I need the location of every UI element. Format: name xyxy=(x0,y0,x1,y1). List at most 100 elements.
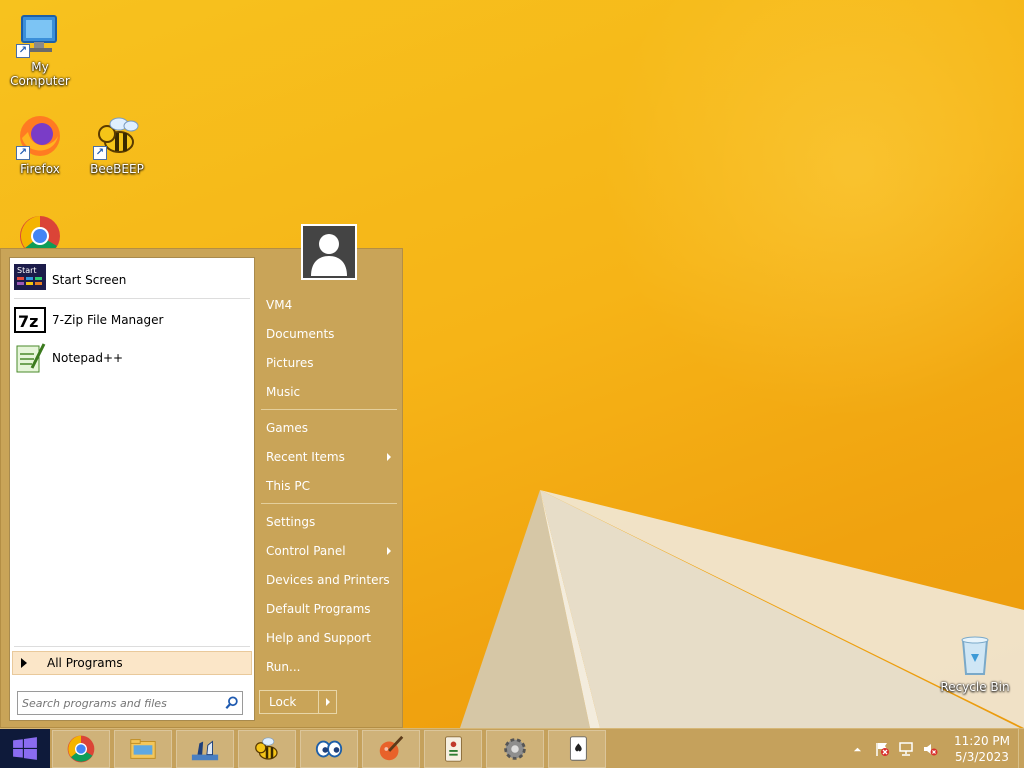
flag-alert-icon xyxy=(876,743,889,756)
menu-separator xyxy=(261,409,397,410)
computer-icon: ↗ xyxy=(16,10,64,58)
desktop-icon-my-computer[interactable]: ↗ My Computer xyxy=(0,10,80,88)
volume-muted-icon xyxy=(924,744,938,756)
menu-item-help-support[interactable]: Help and Support xyxy=(263,625,397,651)
clock-date: 5/3/2023 xyxy=(955,750,1009,764)
taskbar-xeyes[interactable] xyxy=(300,730,358,768)
program-label: Start Screen xyxy=(52,273,127,287)
svg-text:7z: 7z xyxy=(18,312,38,331)
program-start-screen[interactable]: Start Start Screen xyxy=(14,262,250,298)
user-silhouette-icon xyxy=(311,234,347,276)
desktop-icon-beebeep[interactable]: ↗ BeeBEEP xyxy=(77,112,157,176)
start-screen-icon: Start xyxy=(14,264,46,296)
menu-item-vm4[interactable]: VM4 xyxy=(263,292,397,318)
notepadpp-icon xyxy=(14,342,46,374)
menu-item-default-programs[interactable]: Default Programs xyxy=(263,596,397,622)
desktop-icon-label: Recycle Bin xyxy=(940,680,1010,694)
paint-brush-icon xyxy=(379,735,404,761)
taskbar-beebeep[interactable] xyxy=(238,730,296,768)
menu-item-label: Games xyxy=(266,421,308,435)
shortcut-arrow-icon: ↗ xyxy=(16,44,30,58)
firefox-icon: ↗ xyxy=(16,112,64,160)
taskbar-solitaire[interactable] xyxy=(548,730,606,768)
desktop-icon-recycle-bin[interactable]: Recycle Bin xyxy=(935,630,1015,694)
menu-separator xyxy=(261,503,397,504)
start-menu: Start Start Screen 7z 7-Zip File Manager… xyxy=(0,224,403,728)
menu-item-settings[interactable]: Settings xyxy=(263,509,397,535)
menu-item-devices-printers[interactable]: Devices and Printers xyxy=(263,567,397,593)
taskbar-chess[interactable] xyxy=(176,730,234,768)
menu-item-label: Documents xyxy=(266,327,335,341)
search-icon[interactable] xyxy=(222,693,242,713)
arrow-right-icon xyxy=(21,658,27,668)
eyes-icon xyxy=(315,740,343,758)
program-notepadpp[interactable]: Notepad++ xyxy=(14,340,250,376)
shortcut-arrow-icon: ↗ xyxy=(93,146,107,160)
submenu-arrow-icon xyxy=(387,547,391,555)
svg-text:Start: Start xyxy=(17,266,37,275)
7zip-icon: 7z xyxy=(14,304,46,336)
program-label: Notepad++ xyxy=(52,351,124,365)
system-clock[interactable]: 11:20 PM 5/3/2023 xyxy=(944,733,1020,765)
search-box xyxy=(17,691,243,715)
chrome-icon xyxy=(67,735,95,763)
menu-item-label: Pictures xyxy=(266,356,314,370)
menu-item-label: This PC xyxy=(266,479,310,493)
menu-item-control-panel[interactable]: Control Panel xyxy=(263,538,397,564)
lock-button[interactable]: Lock xyxy=(259,690,337,714)
menu-item-label: Settings xyxy=(266,515,316,529)
programs-bottom-separator xyxy=(14,646,250,647)
menu-item-pictures[interactable]: Pictures xyxy=(263,350,397,376)
menu-item-label: Default Programs xyxy=(266,602,371,616)
menu-item-label: Run... xyxy=(266,660,301,674)
network-icon xyxy=(899,742,913,756)
folder-icon xyxy=(130,739,156,759)
search-input[interactable] xyxy=(22,693,222,713)
taskbar-paint[interactable] xyxy=(362,730,420,768)
menu-item-label: Control Panel xyxy=(266,544,346,558)
menu-item-recent-items[interactable]: Recent Items xyxy=(263,444,397,470)
power-options-arrow[interactable] xyxy=(318,691,336,713)
all-programs-button[interactable]: All Programs xyxy=(12,651,252,675)
menu-item-music[interactable]: Music xyxy=(263,379,397,405)
menu-item-run[interactable]: Run... xyxy=(263,654,397,680)
taskbar: 11:20 PM 5/3/2023 xyxy=(0,728,1024,768)
tray-show-hidden[interactable] xyxy=(850,729,864,768)
menu-item-label: Devices and Printers xyxy=(266,573,390,587)
tray-network[interactable] xyxy=(896,729,916,768)
shortcut-arrow-icon: ↗ xyxy=(16,146,30,160)
menu-item-this-pc[interactable]: This PC xyxy=(263,473,397,499)
clock-time: 11:20 PM xyxy=(954,734,1010,748)
lock-label: Lock xyxy=(269,695,297,709)
desktop-icon-label: Firefox xyxy=(20,162,60,176)
menu-item-label: Help and Support xyxy=(266,631,371,645)
menu-item-label: Music xyxy=(266,385,301,399)
menu-item-documents[interactable]: Documents xyxy=(263,321,397,347)
bee-icon: ↗ xyxy=(93,112,141,160)
start-menu-programs-pane: Start Start Screen 7z 7-Zip File Manager… xyxy=(9,257,255,721)
playing-card-icon xyxy=(569,736,587,761)
tray-volume[interactable] xyxy=(920,729,940,768)
taskbar-chrome[interactable] xyxy=(52,730,110,768)
tray-action-center[interactable] xyxy=(872,729,892,768)
chevron-right-icon xyxy=(325,698,330,706)
menu-item-games[interactable]: Games xyxy=(263,415,397,441)
menu-item-label: Recent Items xyxy=(266,450,345,464)
program-7zip[interactable]: 7z 7-Zip File Manager xyxy=(14,302,250,338)
taskbar-file-explorer[interactable] xyxy=(114,730,172,768)
program-label: 7-Zip File Manager xyxy=(52,313,164,327)
menu-item-label: VM4 xyxy=(266,298,293,312)
chess-icon xyxy=(191,740,219,761)
windows-logo-icon xyxy=(13,737,37,760)
programs-separator xyxy=(14,298,250,299)
desktop-icon-firefox[interactable]: ↗ Firefox xyxy=(0,112,80,176)
user-avatar[interactable] xyxy=(301,224,357,280)
recycle-bin-icon xyxy=(951,630,999,678)
submenu-arrow-icon xyxy=(387,453,391,461)
taskbar-gear-app[interactable] xyxy=(486,730,544,768)
mahjong-tile-icon xyxy=(445,736,462,762)
show-desktop-button[interactable] xyxy=(1018,729,1024,768)
gear-icon xyxy=(504,738,526,760)
start-button[interactable] xyxy=(0,729,50,768)
taskbar-mahjong[interactable] xyxy=(424,730,482,768)
